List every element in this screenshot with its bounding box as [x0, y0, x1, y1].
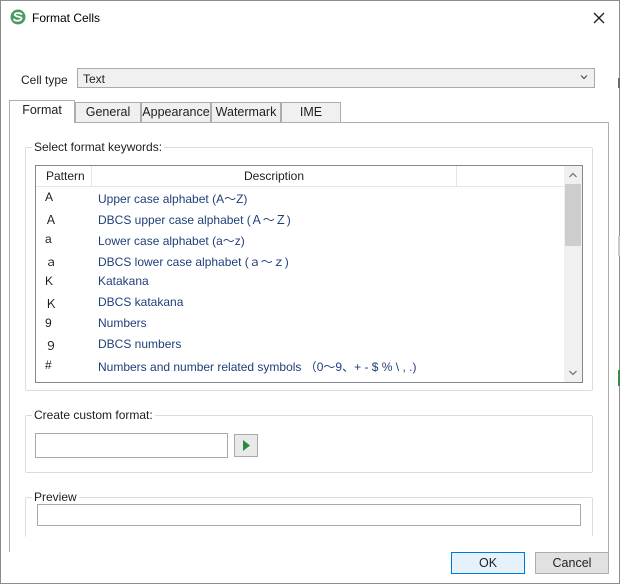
window-title: Format Cells: [32, 11, 101, 25]
close-button[interactable]: [579, 1, 619, 35]
tab-format[interactable]: Format: [9, 100, 75, 123]
cell-type-select[interactable]: Text: [77, 68, 595, 88]
chevron-down-icon: [580, 75, 588, 80]
preview-field: [37, 504, 581, 526]
format-cells-dialog: Format Cells Cell type Text Format Gener…: [0, 0, 620, 584]
cell-type-label: Cell type: [21, 73, 68, 87]
column-header-pattern[interactable]: Pattern: [46, 169, 85, 183]
ok-button[interactable]: OK: [451, 552, 525, 574]
list-item[interactable]: 9 Numbers: [36, 313, 564, 334]
scroll-down-icon[interactable]: [567, 367, 579, 379]
keywords-list[interactable]: Pattern Description A Upper case alphabe…: [35, 165, 583, 383]
title-bar: Format Cells: [1, 1, 619, 35]
keywords-caption: Select format keywords:: [32, 140, 165, 154]
list-item[interactable]: a Lower case alphabet (a～z): [36, 229, 564, 250]
cell-type-value: Text: [83, 72, 106, 86]
custom-format-input[interactable]: [35, 433, 228, 458]
tab-ime[interactable]: IME: [281, 102, 341, 122]
play-icon: [243, 440, 250, 451]
scrollbar-thumb[interactable]: [565, 184, 581, 246]
close-icon: [593, 12, 605, 24]
cancel-button[interactable]: Cancel: [535, 552, 609, 574]
app-logo-icon: [10, 9, 26, 25]
list-item[interactable]: K Katakana: [36, 271, 564, 292]
list-item[interactable]: ９ DBCS numbers: [36, 334, 564, 355]
apply-format-button[interactable]: [234, 434, 258, 457]
preview-caption: Preview: [32, 490, 79, 504]
custom-format-caption: Create custom format:: [32, 408, 155, 422]
list-item[interactable]: ａ DBCS lower case alphabet (ａ～ｚ): [36, 250, 564, 271]
list-scrollbar[interactable]: [564, 166, 582, 382]
list-item[interactable]: # Numbers and number related symbols （0～…: [36, 355, 564, 376]
list-header: Pattern Description: [36, 166, 564, 187]
tab-watermark[interactable]: Watermark: [211, 102, 281, 122]
tab-general[interactable]: General: [75, 102, 141, 122]
tab-appearance[interactable]: Appearance: [141, 102, 211, 122]
list-item[interactable]: A Upper case alphabet (A～Z): [36, 187, 564, 208]
scroll-up-icon[interactable]: [567, 169, 579, 181]
list-item[interactable]: Ｋ DBCS katakana: [36, 292, 564, 313]
column-header-description[interactable]: Description: [244, 169, 304, 183]
list-item[interactable]: Ａ DBCS upper case alphabet (Ａ～Ｚ): [36, 208, 564, 229]
